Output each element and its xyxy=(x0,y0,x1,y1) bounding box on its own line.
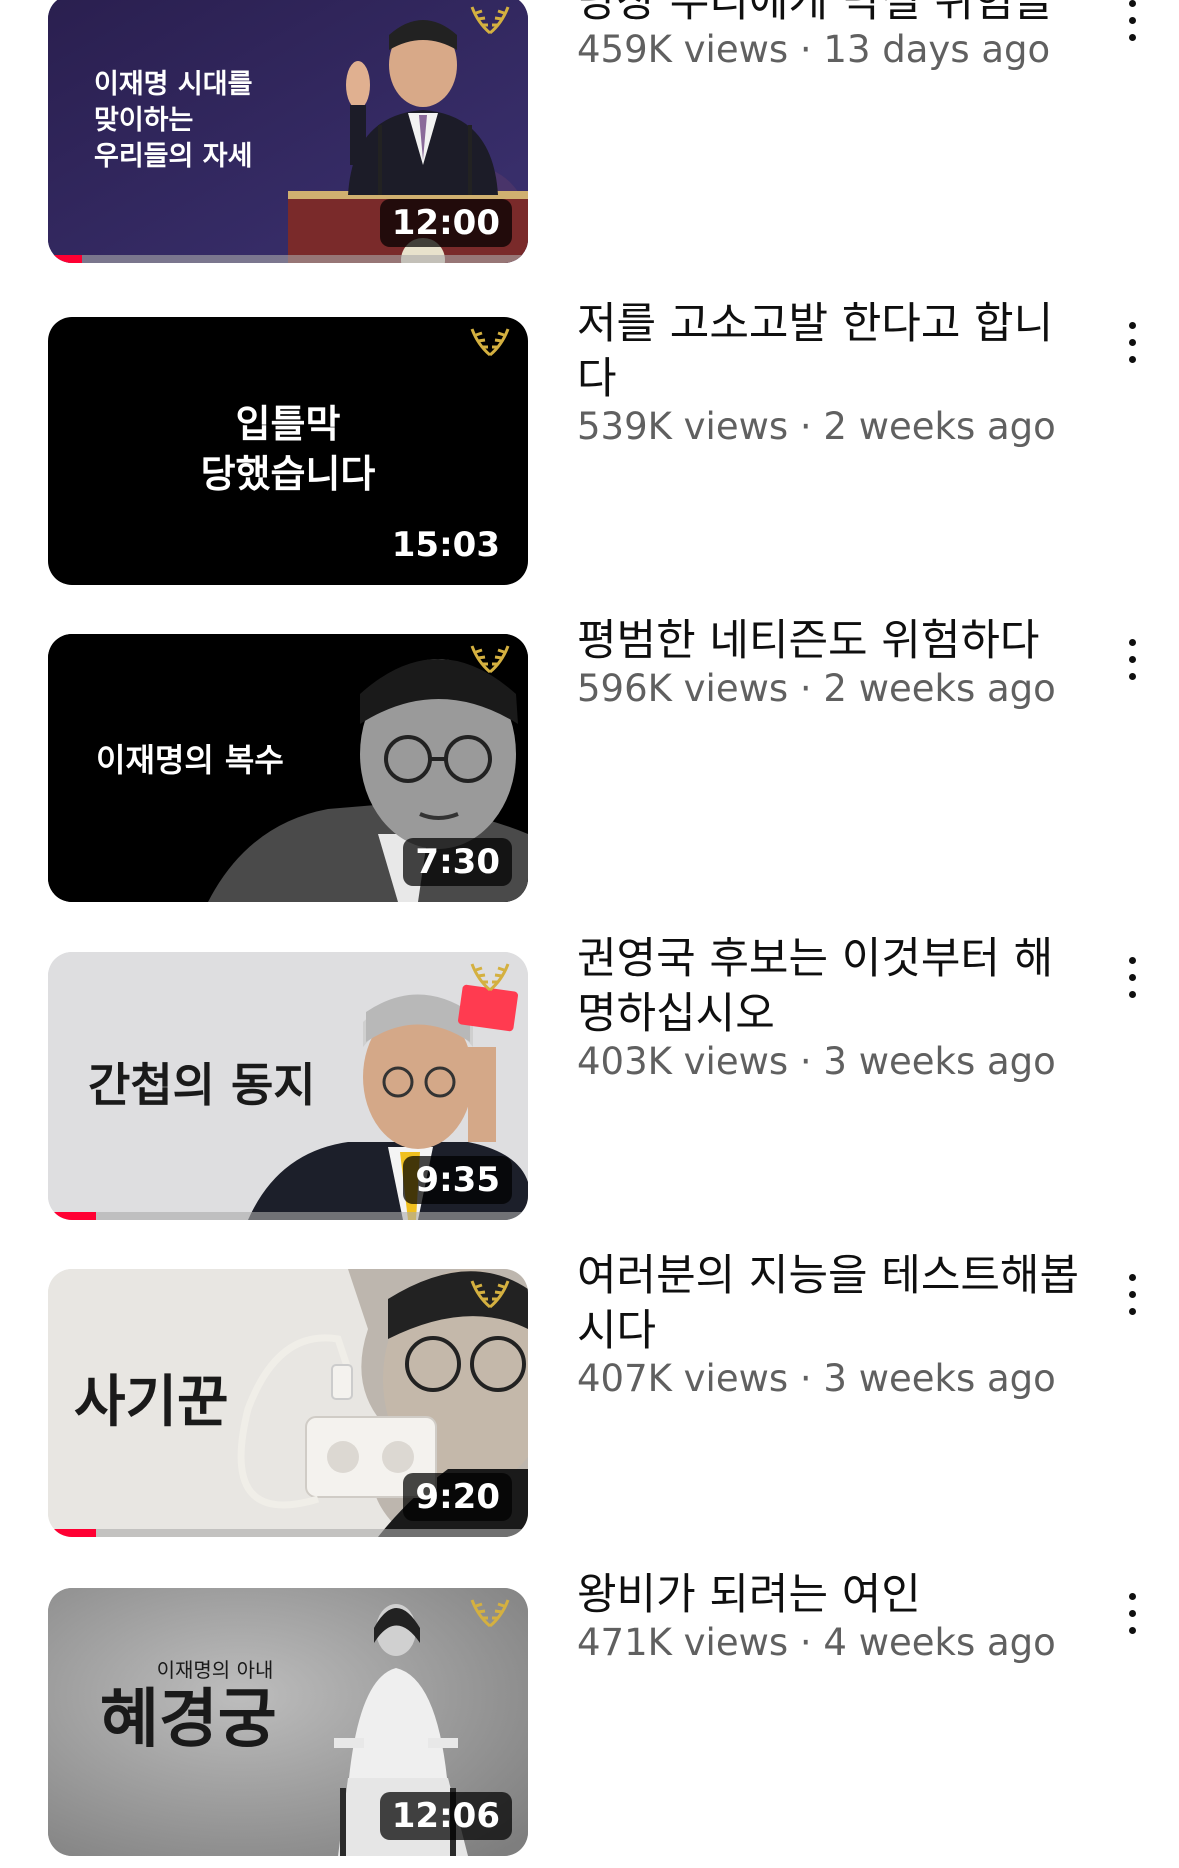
upload-age: 4 weeks ago xyxy=(823,1621,1056,1664)
upload-age: 13 days ago xyxy=(823,28,1051,71)
video-title[interactable]: 저를 고소고발 한다고 합니다 xyxy=(577,297,1082,407)
view-count: 407K views xyxy=(577,1357,789,1400)
separator: · xyxy=(788,1621,824,1664)
thumbnail-caption: 이재명의 복수 xyxy=(96,741,284,779)
video-item[interactable]: 이재명 시대를 맞이하는 우리들의 자세 12:00 당장 우리에게 닥칠 위험… xyxy=(0,0,1179,275)
laurel-icon xyxy=(470,963,510,992)
video-stats: 459K views · 13 days ago xyxy=(577,28,1082,72)
thumbnail-caption: 사기꾼 xyxy=(74,1369,229,1436)
video-meta[interactable]: 당장 우리에게 닥칠 위험들 459K views · 13 days ago xyxy=(577,0,1082,72)
watch-progress-bar xyxy=(48,255,528,263)
video-item[interactable]: 사기꾼 9:20 여러분의 지능을 테스트해봅시다 407K views · 3… xyxy=(0,1251,1179,1549)
video-title[interactable]: 평범한 네티즌도 위험하다 xyxy=(577,614,1082,669)
watch-progress-fill xyxy=(48,255,82,263)
more-vertical-icon[interactable] xyxy=(1112,1588,1152,1648)
video-title[interactable]: 당장 우리에게 닥칠 위험들 xyxy=(577,0,1082,30)
thumbnail-caption-line: 이재명의 복수 xyxy=(96,741,284,779)
video-meta[interactable]: 여러분의 지능을 테스트해봅시다 407K views · 3 weeks ag… xyxy=(577,1251,1082,1401)
separator: · xyxy=(788,667,824,710)
thumbnail-caption-line: 입틀막 xyxy=(235,401,341,446)
video-stats: 539K views · 2 weeks ago xyxy=(577,405,1082,449)
view-count: 403K views xyxy=(577,1040,789,1083)
video-item[interactable]: 입틀막 당했습니다 15:03 저를 고소고발 한다고 합니다 539K vie… xyxy=(0,299,1179,597)
video-duration: 15:03 xyxy=(379,521,512,569)
video-duration: 12:06 xyxy=(379,1792,512,1840)
laurel-icon xyxy=(470,1280,510,1309)
view-count: 471K views xyxy=(577,1621,789,1664)
separator: · xyxy=(788,28,824,71)
video-meta[interactable]: 왕비가 되려는 여인 471K views · 4 weeks ago xyxy=(577,1570,1082,1665)
video-item[interactable]: 간첩의 동지 9:35 권영국 후보는 이것부터 해명하십시오 403K vie… xyxy=(0,934,1179,1232)
video-meta[interactable]: 권영국 후보는 이것부터 해명하십시오 403K views · 3 weeks… xyxy=(577,934,1082,1084)
thumbnail-caption: 이재명의 아내 혜경궁 xyxy=(100,1658,330,1758)
more-vertical-icon[interactable] xyxy=(1112,1269,1152,1329)
video-meta[interactable]: 저를 고소고발 한다고 합니다 539K views · 2 weeks ago xyxy=(577,299,1082,449)
upload-age: 3 weeks ago xyxy=(823,1040,1056,1083)
video-list: 이재명 시대를 맞이하는 우리들의 자세 12:00 당장 우리에게 닥칠 위험… xyxy=(0,0,1179,1856)
video-duration: 9:35 xyxy=(403,1156,512,1204)
upload-age: 2 weeks ago xyxy=(823,667,1056,710)
video-stats: 403K views · 3 weeks ago xyxy=(577,1040,1082,1084)
video-thumbnail[interactable]: 입틀막 당했습니다 15:03 xyxy=(48,317,528,585)
video-duration: 7:30 xyxy=(403,838,512,886)
more-vertical-icon[interactable] xyxy=(1112,0,1152,55)
watch-progress-bar xyxy=(48,1529,528,1537)
video-thumbnail[interactable]: 이재명 시대를 맞이하는 우리들의 자세 12:00 xyxy=(48,0,528,263)
thumbnail-caption-line: 혜경궁 xyxy=(100,1682,277,1757)
video-duration: 9:20 xyxy=(403,1473,512,1521)
video-item[interactable]: 이재명의 복수 7:30 평범한 네티즌도 위험하다 596K views · … xyxy=(0,616,1179,914)
video-thumbnail[interactable]: 이재명의 아내 혜경궁 12:06 xyxy=(48,1588,528,1856)
thumbnail-caption-line: 간첩의 동지 xyxy=(88,1058,316,1112)
video-thumbnail[interactable]: 이재명의 복수 7:30 xyxy=(48,634,528,902)
upload-age: 2 weeks ago xyxy=(823,405,1056,448)
thumbnail-caption: 간첩의 동지 xyxy=(88,1058,316,1113)
more-vertical-icon[interactable] xyxy=(1112,952,1152,1012)
video-duration: 12:00 xyxy=(379,199,512,247)
video-item[interactable]: 이재명의 아내 혜경궁 12:06 왕비가 되려는 여인 471K views … xyxy=(0,1570,1179,1868)
thumbnail-caption-line: 이재명의 아내 xyxy=(156,1658,274,1682)
laurel-icon xyxy=(470,328,510,357)
watch-progress-fill xyxy=(48,1212,96,1220)
video-stats: 596K views · 2 weeks ago xyxy=(577,667,1082,711)
separator: · xyxy=(788,1357,824,1400)
video-stats: 471K views · 4 weeks ago xyxy=(577,1621,1082,1665)
video-thumbnail[interactable]: 간첩의 동지 9:35 xyxy=(48,952,528,1220)
separator: · xyxy=(788,405,824,448)
video-title[interactable]: 권영국 후보는 이것부터 해명하십시오 xyxy=(577,932,1082,1042)
laurel-icon xyxy=(470,645,510,674)
video-thumbnail[interactable]: 사기꾼 9:20 xyxy=(48,1269,528,1537)
watch-progress-fill xyxy=(48,1529,96,1537)
view-count: 596K views xyxy=(577,667,789,710)
video-title[interactable]: 왕비가 되려는 여인 xyxy=(577,1568,1082,1623)
separator: · xyxy=(788,1040,824,1083)
thumbnail-caption-line: 이재명 시대를 xyxy=(94,69,253,100)
video-meta[interactable]: 평범한 네티즌도 위험하다 596K views · 2 weeks ago xyxy=(577,616,1082,711)
thumbnail-caption: 입틀막 당했습니다 xyxy=(48,399,528,499)
thumbnail-caption-line: 사기꾼 xyxy=(74,1369,229,1435)
video-title[interactable]: 여러분의 지능을 테스트해봅시다 xyxy=(577,1249,1082,1359)
thumbnail-caption-line: 당했습니다 xyxy=(200,451,376,496)
thumbnail-caption: 이재명 시대를 맞이하는 우리들의 자세 xyxy=(94,67,252,175)
thumbnail-caption-line: 우리들의 자세 xyxy=(94,141,253,172)
upload-age: 3 weeks ago xyxy=(823,1357,1056,1400)
laurel-icon xyxy=(470,6,510,35)
watch-progress-bar xyxy=(48,1212,528,1220)
view-count: 459K views xyxy=(577,28,789,71)
more-vertical-icon[interactable] xyxy=(1112,317,1152,377)
laurel-icon xyxy=(470,1599,510,1628)
more-vertical-icon[interactable] xyxy=(1112,634,1152,694)
thumbnail-caption-line: 맞이하는 xyxy=(94,105,194,136)
video-stats: 407K views · 3 weeks ago xyxy=(577,1357,1082,1401)
view-count: 539K views xyxy=(577,405,789,448)
